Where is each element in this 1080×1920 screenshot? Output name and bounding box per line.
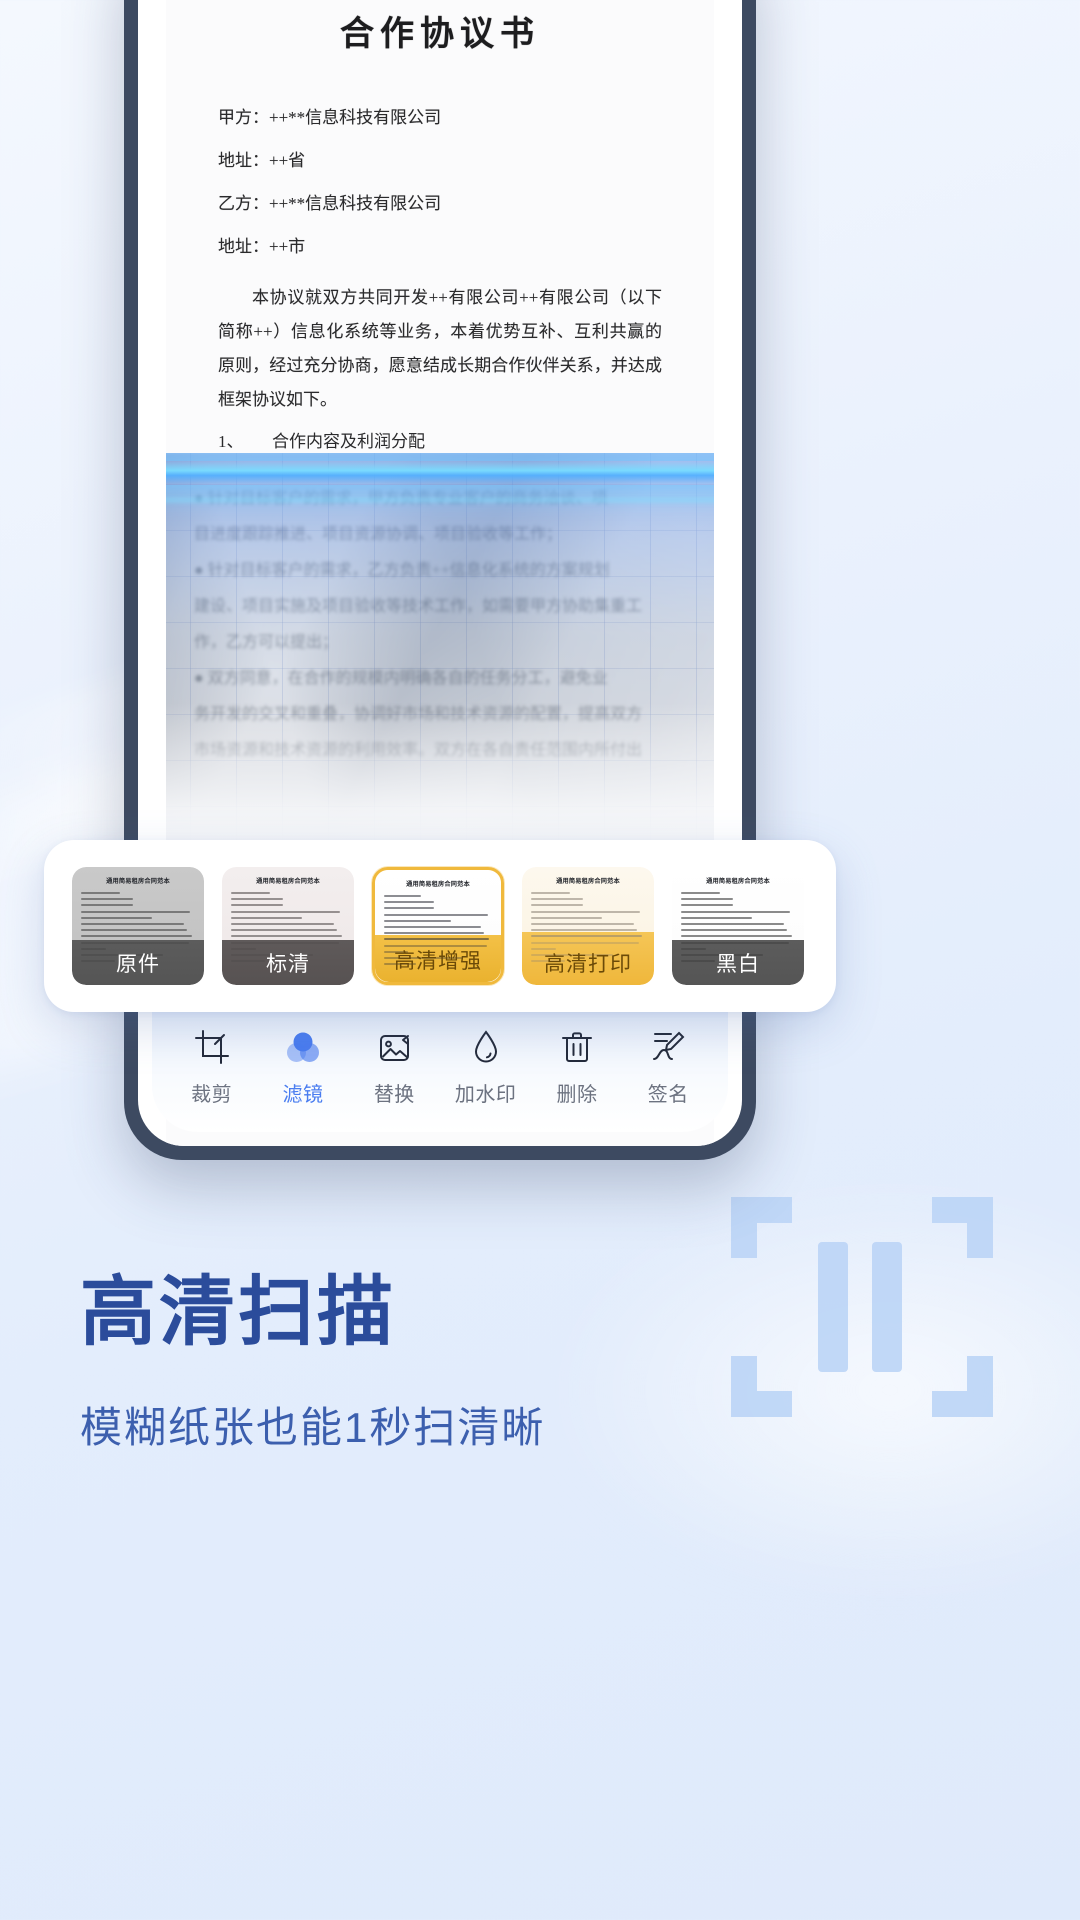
document-section-title: 合作内容及利润分配 — [272, 432, 425, 452]
document-field-address-b: 地址：++市 — [218, 236, 306, 256]
filter-circles-icon — [284, 1028, 322, 1066]
filter-option-label: 高清增强 — [394, 950, 482, 973]
document-paragraph: 本协议就双方共同开发++有限公司++有限公司（以下简称++）信息化系统等业务，本… — [218, 288, 662, 410]
toolbar-item-replace[interactable]: 替换 — [349, 1028, 440, 1107]
brand-scan-frame-icon — [722, 1182, 1002, 1432]
image-replace-icon — [375, 1028, 413, 1066]
toolbar-label: 签名 — [647, 1083, 689, 1106]
document-field-party-b: 乙方：++**信息科技有限公司 — [218, 193, 442, 213]
filter-option-standard[interactable]: 通用简易租房合同范本 标清 — [222, 867, 354, 985]
thumbnail-title: 通用简易租房合同范本 — [256, 878, 320, 885]
toolbar-label: 加水印 — [454, 1083, 517, 1106]
trash-icon — [558, 1028, 596, 1066]
toolbar-item-delete[interactable]: 删除 — [531, 1028, 622, 1107]
toolbar-item-filter[interactable]: 滤镜 — [257, 1028, 348, 1107]
scan-bottom-fade — [166, 703, 714, 853]
promo-subheadline: 模糊纸张也能1秒扫清晰 — [80, 1404, 546, 1452]
filter-option-label: 高清打印 — [544, 953, 632, 976]
crop-icon — [193, 1028, 231, 1066]
thumbnail-title: 通用简易租房合同范本 — [406, 881, 470, 888]
thumbnail-title: 通用简易租房合同范本 — [706, 878, 770, 885]
editor-toolbar: 裁剪 滤镜 替换 加水印 删除 签名 — [152, 1012, 728, 1132]
thumbnail-title: 通用简易租房合同范本 — [106, 878, 170, 885]
promo-headline: 高清扫描 — [80, 1270, 396, 1355]
scan-line-secondary — [166, 497, 714, 503]
toolbar-item-signature[interactable]: 签名 — [623, 1028, 714, 1107]
water-drop-icon — [467, 1028, 505, 1066]
filter-option-hd-print[interactable]: 通用简易租房合同范本 高清打印 — [522, 867, 654, 985]
filter-option-hd-enhance[interactable]: 通用简易租房合同范本 高清增强 — [372, 867, 504, 985]
document-field-address-a: 地址：++省 — [218, 150, 306, 170]
scan-overlay: ● 针对目标客户的需求，甲方负责专业客户的商务洽谈、项 目进度跟踪推进、项目资源… — [166, 453, 714, 853]
signature-icon — [649, 1028, 687, 1066]
filter-option-label: 黑白 — [716, 953, 760, 976]
toolbar-label: 删除 — [556, 1083, 598, 1106]
scan-line-icon — [166, 461, 714, 485]
toolbar-label: 裁剪 — [191, 1083, 233, 1106]
toolbar-label: 滤镜 — [282, 1083, 324, 1106]
thumbnail-title: 通用简易租房合同范本 — [556, 878, 620, 885]
filter-option-original[interactable]: 通用简易租房合同范本 原件 — [72, 867, 204, 985]
filter-selector-panel: 通用简易租房合同范本 原件 通用简易租房合同范本 标清 通用简易租房合同范本 高… — [44, 840, 836, 1012]
document-field-party-a: 甲方：++**信息科技有限公司 — [218, 108, 442, 127]
filter-option-label: 原件 — [116, 953, 160, 976]
toolbar-item-watermark[interactable]: 加水印 — [440, 1028, 531, 1107]
promo-headline-block: 高清扫描 模糊纸张也能1秒扫清晰 — [80, 1270, 720, 1455]
toolbar-item-crop[interactable]: 裁剪 — [166, 1028, 257, 1107]
filter-option-blackwhite[interactable]: 通用简易租房合同范本 黑白 — [672, 867, 804, 985]
toolbar-label: 替换 — [373, 1083, 415, 1106]
filter-option-label: 标清 — [266, 953, 310, 976]
document-title: 合作协议书 — [340, 16, 540, 53]
